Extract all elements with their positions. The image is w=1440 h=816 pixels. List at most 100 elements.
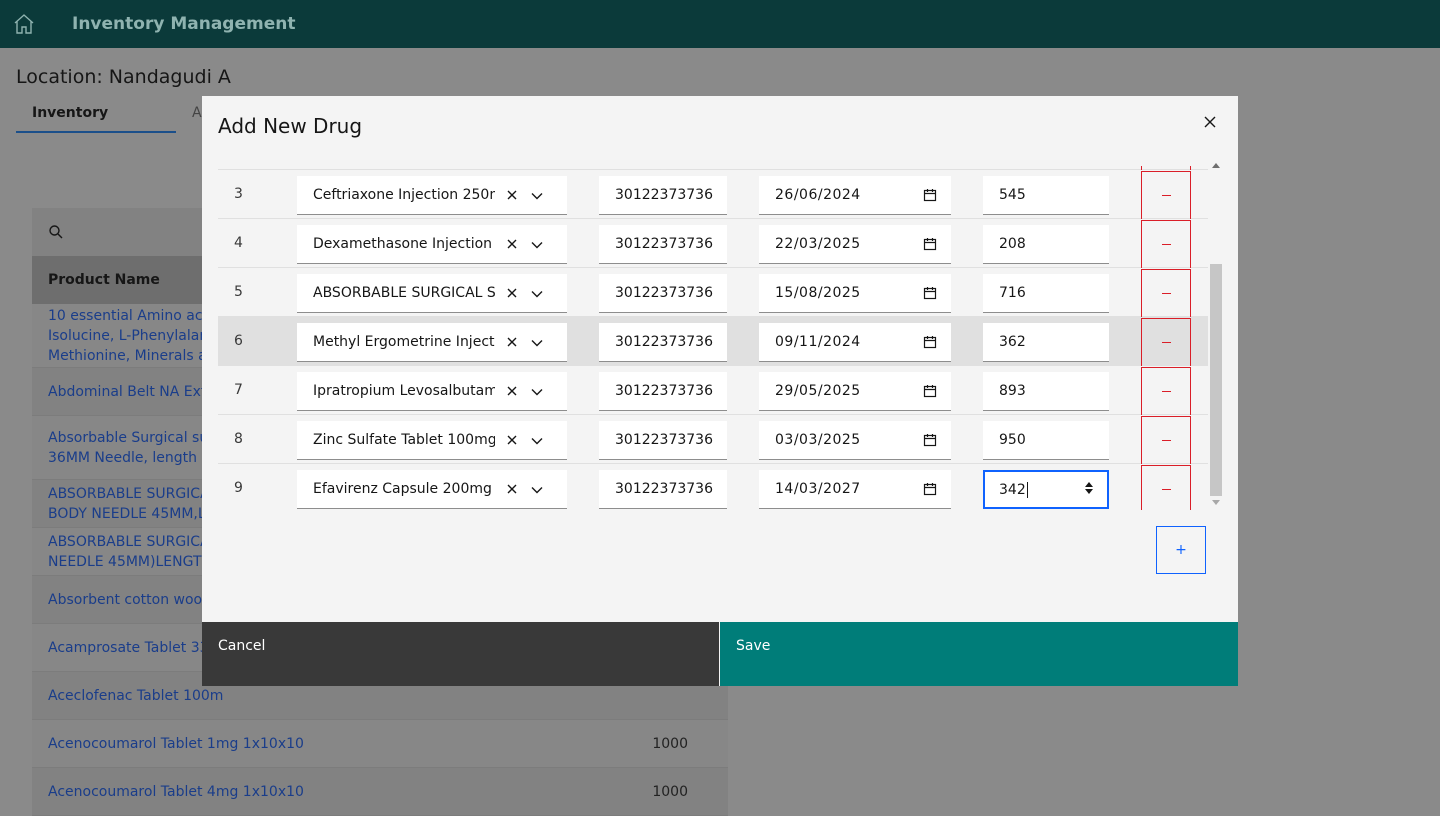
calendar-icon[interactable] xyxy=(923,335,937,353)
clear-icon[interactable] xyxy=(507,237,517,253)
calendar-icon[interactable] xyxy=(923,237,937,255)
product-name-link[interactable]: ABSORBABLE SURGICA BODY NEEDLE 45MM,LE xyxy=(48,484,228,524)
drug-dropdown[interactable]: Ceftriaxone Injection 250mg xyxy=(297,176,567,215)
expiry-date-input[interactable]: 26/06/2024 xyxy=(759,176,951,215)
product-name-link[interactable]: Absorbent cotton wool N xyxy=(48,590,228,610)
drug-dropdown[interactable]: Dexamethasone Injection 4r xyxy=(297,225,567,264)
drug-rows: 3 Ceftriaxone Injection 250mg 30122373736 2… xyxy=(218,166,1208,510)
tab-bar: Inventory A xyxy=(16,98,218,133)
remove-row-button[interactable] xyxy=(1141,220,1191,269)
quantity-input[interactable]: 716 xyxy=(983,274,1109,313)
chevron-down-icon[interactable] xyxy=(531,384,543,400)
table-row[interactable]: Acenocoumarol Tablet 1mg 1x10x10 1000 xyxy=(32,720,728,768)
modal-title: Add New Drug xyxy=(218,114,363,138)
expiry-date-input[interactable]: 03/03/2025 xyxy=(759,421,951,460)
product-name-link[interactable]: 10 essential Amino acid Isolucine, L-Phe… xyxy=(48,306,228,366)
chevron-down-icon[interactable] xyxy=(531,188,543,204)
quantity-input[interactable]: 950 xyxy=(983,421,1109,460)
text-cursor xyxy=(1026,481,1028,498)
row-number: 6 xyxy=(234,333,243,349)
batch-input[interactable]: 30122373736 xyxy=(599,421,727,460)
expiry-date-value: 22/03/2025 xyxy=(775,236,861,252)
chevron-down-icon[interactable] xyxy=(531,433,543,449)
quantity-input[interactable]: 545 xyxy=(983,176,1109,215)
remove-row-button[interactable] xyxy=(1141,416,1191,465)
clear-icon[interactable] xyxy=(507,482,517,498)
drug-dropdown-value: ABSORBABLE SURGICAL SU xyxy=(313,285,495,301)
batch-input[interactable]: 30122373736 xyxy=(599,470,727,509)
tab-inventory[interactable]: Inventory xyxy=(16,98,176,133)
search-icon xyxy=(49,225,63,239)
clear-icon[interactable] xyxy=(507,433,517,449)
table-row[interactable]: Acenocoumarol Tablet 4mg 1x10x10 1000 xyxy=(32,768,728,816)
batch-input[interactable]: 30122373736 xyxy=(599,372,727,411)
drug-row: 3 Ceftriaxone Injection 250mg 30122373736 2… xyxy=(218,170,1208,220)
product-name-link[interactable]: Aceclofenac Tablet 100m xyxy=(48,686,228,706)
app-header: Inventory Management xyxy=(0,0,1440,48)
calendar-icon[interactable] xyxy=(923,188,937,206)
chevron-down-icon[interactable] xyxy=(531,286,543,302)
expiry-date-input[interactable]: 14/03/2027 xyxy=(759,470,951,509)
row-number: 8 xyxy=(234,431,243,447)
product-name-link[interactable]: ABSORBABLE SURGICA NEEDLE 45MM)LENGTH xyxy=(48,532,228,572)
clear-icon[interactable] xyxy=(507,384,517,400)
drug-dropdown[interactable]: Methyl Ergometrine Injectior xyxy=(297,323,567,362)
clear-icon[interactable] xyxy=(507,188,517,204)
remove-row-button[interactable] xyxy=(1141,171,1191,220)
quantity-input[interactable]: 208 xyxy=(983,225,1109,264)
chevron-down-icon[interactable] xyxy=(531,237,543,253)
calendar-icon[interactable] xyxy=(923,286,937,304)
expiry-date-input[interactable]: 09/11/2024 xyxy=(759,323,951,362)
drug-dropdown-value: Ipratropium Levosalbutamol xyxy=(313,383,495,399)
drug-dropdown-value: Zinc Sulfate Tablet 100mg 1: xyxy=(313,432,495,448)
product-name-link[interactable]: Absorbable Surgical sutu 36MM Needle, le… xyxy=(48,428,228,468)
drug-dropdown-value: Dexamethasone Injection 4r xyxy=(313,236,495,252)
batch-input[interactable]: 30122373736 xyxy=(599,323,727,362)
save-button[interactable]: Save xyxy=(720,622,1238,686)
remove-row-button[interactable] xyxy=(1141,465,1191,510)
expiry-date-value: 14/03/2027 xyxy=(775,481,861,497)
quantity-input[interactable]: 893 xyxy=(983,372,1109,411)
minus-icon xyxy=(1161,391,1171,392)
drug-dropdown[interactable]: Efavirenz Capsule 200mg 1x xyxy=(297,470,567,509)
quantity-stepper[interactable] xyxy=(1085,482,1093,494)
remove-row-button[interactable] xyxy=(1141,367,1191,416)
quantity-input[interactable]: 342 xyxy=(983,470,1109,509)
close-button[interactable] xyxy=(1198,110,1222,134)
calendar-icon[interactable] xyxy=(923,482,937,500)
batch-input[interactable]: 30122373736 xyxy=(599,274,727,313)
product-name-link[interactable]: Abdominal Belt NA Extra xyxy=(48,382,228,402)
quantity-value: 950 xyxy=(999,432,1026,448)
calendar-icon[interactable] xyxy=(923,384,937,402)
clear-icon[interactable] xyxy=(507,286,517,302)
batch-input[interactable]: 30122373736 xyxy=(599,176,727,215)
product-name-link[interactable]: Acenocoumarol Tablet 1mg 1x10x10 xyxy=(48,734,548,754)
batch-input[interactable]: 30122373736 xyxy=(599,225,727,264)
product-name-link[interactable]: Acamprosate Tablet 333 xyxy=(48,638,228,658)
chevron-down-icon[interactable] xyxy=(531,482,543,498)
expiry-date-input[interactable]: 22/03/2025 xyxy=(759,225,951,264)
cancel-button[interactable]: Cancel xyxy=(202,622,719,686)
scrollbar-thumb[interactable] xyxy=(1210,264,1222,496)
remove-row-button[interactable] xyxy=(1141,318,1191,367)
drug-dropdown[interactable]: ABSORBABLE SURGICAL SU xyxy=(297,274,567,313)
modal-scrollbar[interactable] xyxy=(1210,163,1222,510)
product-quantity: 1000 xyxy=(652,783,688,800)
minus-icon xyxy=(1161,244,1171,245)
home-icon[interactable] xyxy=(0,0,48,48)
drug-dropdown-value: Efavirenz Capsule 200mg 1x xyxy=(313,481,495,497)
add-row-button[interactable]: + xyxy=(1156,526,1206,574)
expiry-date-value: 29/05/2025 xyxy=(775,383,861,399)
calendar-icon[interactable] xyxy=(923,433,937,451)
clear-icon[interactable] xyxy=(507,335,517,351)
chevron-down-icon[interactable] xyxy=(531,335,543,351)
expiry-date-input[interactable]: 15/08/2025 xyxy=(759,274,951,313)
expiry-date-input[interactable]: 29/05/2025 xyxy=(759,372,951,411)
row-number: 9 xyxy=(234,480,243,496)
drug-dropdown[interactable]: Ipratropium Levosalbutamol xyxy=(297,372,567,411)
quantity-input[interactable]: 362 xyxy=(983,323,1109,362)
product-name-link[interactable]: Acenocoumarol Tablet 4mg 1x10x10 xyxy=(48,782,548,802)
drug-dropdown[interactable]: Zinc Sulfate Tablet 100mg 1: xyxy=(297,421,567,460)
drug-dropdown-value: Methyl Ergometrine Injectior xyxy=(313,334,495,350)
remove-row-button[interactable] xyxy=(1141,269,1191,318)
